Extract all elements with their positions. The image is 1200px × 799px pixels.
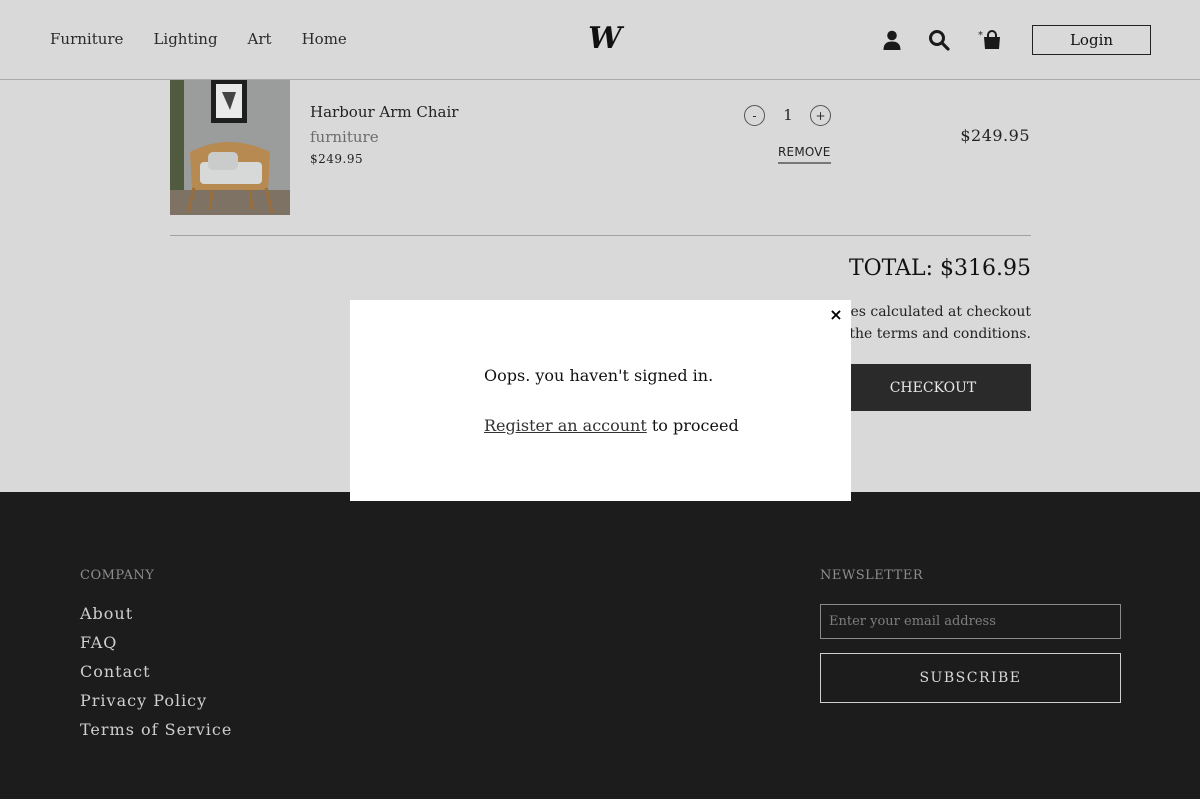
quantity-increase-button[interactable]: +	[810, 105, 831, 126]
cart-item-line-total: $249.95	[960, 126, 1030, 145]
modal-proceed-text: to proceed	[646, 416, 739, 435]
remove-item-button[interactable]: REMOVE	[778, 145, 831, 164]
nav-item-furniture[interactable]: Furniture	[50, 30, 123, 48]
close-icon[interactable]: ×	[828, 307, 844, 323]
cart-item-unit-price: $249.95	[310, 152, 364, 166]
nav-item-home[interactable]: Home	[302, 30, 347, 48]
search-icon[interactable]	[928, 29, 950, 51]
company-heading: COMPANY	[80, 568, 155, 583]
footer-link-about[interactable]: About	[80, 604, 232, 633]
site-footer: COMPANY About FAQ Contact Privacy Policy…	[0, 492, 1200, 799]
product-image-harbour-arm-chair[interactable]	[170, 80, 290, 215]
nav-item-lighting[interactable]: Lighting	[153, 30, 217, 48]
cart-item-category: furniture	[310, 128, 379, 146]
company-links: About FAQ Contact Privacy Policy Terms o…	[80, 604, 232, 749]
quantity-value: 1	[783, 106, 793, 124]
cart-item-name[interactable]: Harbour Arm Chair	[310, 103, 458, 121]
brand-logo[interactable]: W	[588, 22, 622, 56]
site-header: Furniture Lighting Art Home W * Login	[0, 0, 1200, 80]
register-account-link[interactable]: Register an account	[484, 416, 647, 435]
newsletter-email-input[interactable]	[820, 604, 1121, 639]
main-nav: Furniture Lighting Art Home	[50, 30, 347, 48]
nav-item-art[interactable]: Art	[248, 30, 272, 48]
login-button[interactable]: Login	[1032, 25, 1151, 55]
shopping-bag-icon[interactable]	[981, 29, 1003, 51]
sign-in-required-modal: × Oops. you haven't signed in. Register …	[350, 300, 851, 501]
cart-divider	[170, 235, 1031, 236]
footer-link-contact[interactable]: Contact	[80, 662, 232, 691]
cart-total: TOTAL: $316.95	[848, 256, 1031, 281]
modal-message: Oops. you haven't signed in.	[484, 366, 714, 385]
modal-register-line: Register an account to proceed	[484, 416, 739, 435]
checkout-button[interactable]: CHECKOUT	[835, 364, 1031, 411]
footer-link-terms-of-service[interactable]: Terms of Service	[80, 720, 232, 749]
footer-link-privacy-policy[interactable]: Privacy Policy	[80, 691, 232, 720]
subscribe-button[interactable]: SUBSCRIBE	[820, 653, 1121, 703]
newsletter-heading: NEWSLETTER	[820, 568, 924, 583]
quantity-decrease-button[interactable]: -	[744, 105, 765, 126]
user-icon[interactable]	[881, 29, 903, 51]
chair-photo	[170, 80, 290, 215]
footer-link-faq[interactable]: FAQ	[80, 633, 232, 662]
